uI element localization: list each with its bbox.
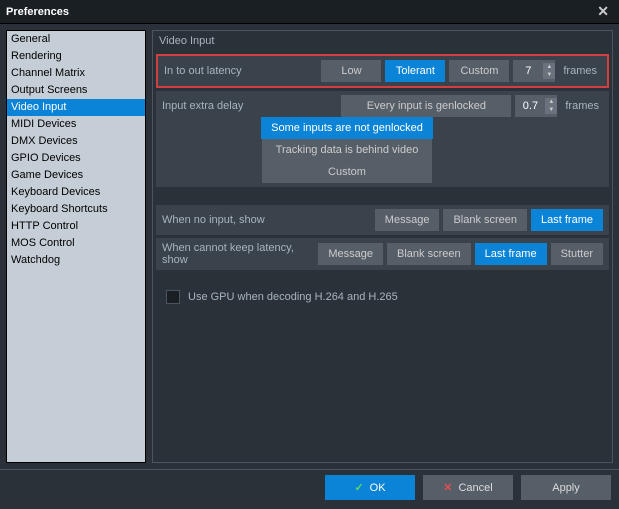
gpu-label: Use GPU when decoding H.264 and H.265: [188, 291, 398, 303]
latency-tolerant-button[interactable]: Tolerant: [385, 60, 445, 82]
latency-value-input[interactable]: [513, 60, 543, 82]
no-input-row: When no input, show Message Blank screen…: [156, 205, 609, 235]
titlebar: Preferences ✕: [0, 0, 619, 24]
gpu-checkbox[interactable]: [166, 290, 180, 304]
cannot-keep-lastframe-button[interactable]: Last frame: [475, 243, 547, 265]
sidebar-item-game-devices[interactable]: Game Devices: [7, 167, 145, 184]
extra-delay-value-stepper[interactable]: ▲▼: [515, 95, 557, 117]
cannot-keep-blank-button[interactable]: Blank screen: [387, 243, 471, 265]
extra-delay-custom-button[interactable]: Custom: [262, 161, 432, 183]
cannot-keep-message-button[interactable]: Message: [318, 243, 383, 265]
extra-delay-value-input[interactable]: [515, 95, 545, 117]
cancel-label: Cancel: [458, 482, 492, 494]
extra-delay-label: Input extra delay: [162, 100, 337, 112]
close-icon[interactable]: ✕: [593, 3, 613, 20]
apply-button[interactable]: Apply: [521, 475, 611, 500]
sidebar-item-http-control[interactable]: HTTP Control: [7, 218, 145, 235]
sidebar-item-mos-control[interactable]: MOS Control: [7, 235, 145, 252]
extra-delay-tracking-button[interactable]: Tracking data is behind video: [262, 139, 432, 161]
window-title: Preferences: [6, 6, 593, 18]
sidebar-item-general[interactable]: General: [7, 31, 145, 48]
latency-unit: frames: [559, 65, 601, 77]
latency-label: In to out latency: [164, 65, 317, 77]
latency-spinner[interactable]: ▲▼: [543, 63, 555, 79]
sidebar-item-keyboard-devices[interactable]: Keyboard Devices: [7, 184, 145, 201]
extra-delay-row: Input extra delay Every input is genlock…: [156, 91, 609, 117]
sidebar-item-midi-devices[interactable]: MIDI Devices: [7, 116, 145, 133]
extra-delay-genlocked-button[interactable]: Every input is genlocked: [341, 95, 511, 117]
sidebar-item-channel-matrix[interactable]: Channel Matrix: [7, 65, 145, 82]
ok-button[interactable]: ✓ OK: [325, 475, 415, 500]
x-icon: ✕: [443, 481, 452, 494]
content-panel: Video Input In to out latency Low Tolera…: [152, 30, 613, 463]
latency-custom-button[interactable]: Custom: [449, 60, 509, 82]
cannot-keep-row: When cannot keep latency, show Message B…: [156, 238, 609, 270]
ok-label: OK: [370, 482, 386, 494]
check-icon: ✓: [354, 481, 363, 494]
main-area: GeneralRenderingChannel MatrixOutput Scr…: [0, 24, 619, 469]
extra-delay-spinner[interactable]: ▲▼: [545, 98, 557, 114]
no-input-lastframe-button[interactable]: Last frame: [531, 209, 603, 231]
sidebar-item-keyboard-shortcuts[interactable]: Keyboard Shortcuts: [7, 201, 145, 218]
gpu-row: Use GPU when decoding H.264 and H.265: [156, 282, 609, 312]
sidebar-item-output-screens[interactable]: Output Screens: [7, 82, 145, 99]
apply-label: Apply: [552, 482, 580, 494]
cannot-keep-label: When cannot keep latency, show: [162, 242, 314, 266]
extra-delay-notgenlocked-button[interactable]: Some inputs are not genlocked: [261, 117, 433, 139]
no-input-message-button[interactable]: Message: [375, 209, 440, 231]
no-input-blank-button[interactable]: Blank screen: [443, 209, 527, 231]
sidebar: GeneralRenderingChannel MatrixOutput Scr…: [6, 30, 146, 463]
latency-value-stepper[interactable]: ▲▼: [513, 60, 555, 82]
content-body: In to out latency Low Tolerant Custom ▲▼…: [153, 51, 612, 462]
sidebar-item-watchdog[interactable]: Watchdog: [7, 252, 145, 269]
sidebar-item-gpio-devices[interactable]: GPIO Devices: [7, 150, 145, 167]
panel-title: Video Input: [153, 31, 612, 51]
sidebar-item-rendering[interactable]: Rendering: [7, 48, 145, 65]
extra-delay-options: Some inputs are not genlocked Tracking d…: [156, 117, 609, 187]
extra-delay-unit: frames: [561, 100, 603, 112]
dialog-footer: ✓ OK ✕ Cancel Apply: [0, 469, 619, 505]
no-input-label: When no input, show: [162, 214, 371, 226]
sidebar-item-dmx-devices[interactable]: DMX Devices: [7, 133, 145, 150]
cancel-button[interactable]: ✕ Cancel: [423, 475, 513, 500]
sidebar-item-video-input[interactable]: Video Input: [7, 99, 145, 116]
cannot-keep-stutter-button[interactable]: Stutter: [551, 243, 603, 265]
latency-row: In to out latency Low Tolerant Custom ▲▼…: [156, 54, 609, 88]
latency-low-button[interactable]: Low: [321, 60, 381, 82]
